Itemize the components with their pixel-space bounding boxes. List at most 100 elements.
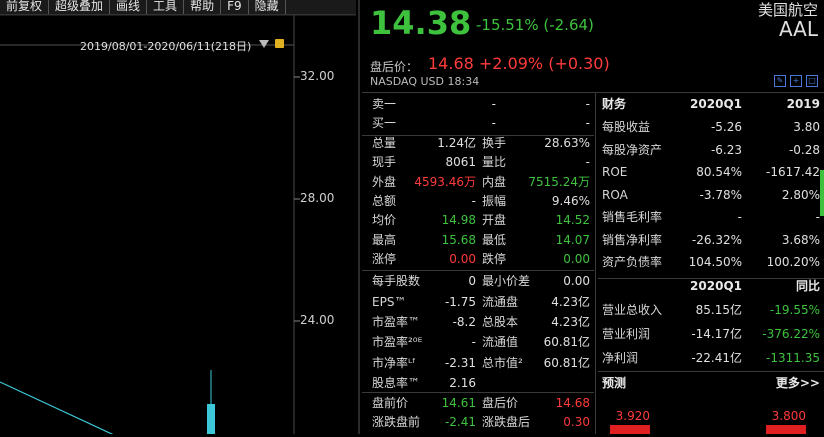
stat-label: 涨停 <box>372 251 397 266</box>
after-hours-label: 盘后价： <box>370 60 419 74</box>
finance-value: - <box>737 210 742 224</box>
finance-col: 同比 <box>795 279 820 293</box>
finance-label: 销售净利率 <box>602 232 663 247</box>
stat-value: 28.63% <box>544 136 590 150</box>
toolbar-item[interactable]: 帮助 <box>184 0 222 14</box>
finance-title: 财务 <box>602 97 627 111</box>
finance-col: 2020Q1 <box>690 97 742 111</box>
finance-label: ROE <box>602 165 628 179</box>
stat-value: 4.23亿 <box>551 314 590 329</box>
finance-value: 104.50% <box>688 255 742 269</box>
exchange-info: NASDAQ USD 18:34 <box>370 75 480 88</box>
stat-value: 9.46% <box>551 193 590 208</box>
stat-row: 外盘 4593.46万 内盘 7515.24万 <box>362 172 594 192</box>
divider <box>598 371 824 372</box>
stat-value: 4593.46万 <box>414 174 476 189</box>
finance-value: 3.68% <box>781 232 820 247</box>
toolbar-item[interactable]: F9 <box>221 0 249 14</box>
finance-row: 营业总收入 85.15亿 -19.55% <box>598 300 824 320</box>
forecast-bar <box>610 425 650 434</box>
finance-value: 2.80% <box>781 187 820 202</box>
edit-icon[interactable]: ✎ <box>774 75 786 87</box>
orderbook-volume: - <box>585 116 590 130</box>
stat-value: 8061 <box>445 155 476 170</box>
axis-tick-32: 32.00 <box>300 69 335 83</box>
scrollbar[interactable] <box>820 170 824 216</box>
orderbook-label: 买一 <box>372 116 397 130</box>
stat-value: -8.2 <box>452 314 476 329</box>
stat-row: EPS™ -1.75 流通盘 4.23亿 <box>362 292 594 312</box>
stat-label: 振幅 <box>482 193 507 208</box>
toolbar-item[interactable]: 画线 <box>110 0 148 14</box>
finance-label: 每股收益 <box>602 120 651 134</box>
toolbar-item[interactable]: 前复权 <box>0 0 50 14</box>
stat-value: 14.68 <box>555 395 590 410</box>
more-link[interactable]: 更多>> <box>748 373 820 393</box>
finance-value: -14.17亿 <box>691 327 742 341</box>
stat-label: 盘后价 <box>482 395 519 410</box>
stat-row: 股息率™ 2.16 <box>362 373 594 393</box>
finance-label: 营业总收入 <box>602 303 663 317</box>
after-hours-value: 14.68 +2.09% (+0.30) <box>428 54 610 73</box>
finance-value: 100.20% <box>766 255 820 269</box>
toolbar-item[interactable]: 隐藏 <box>249 0 286 14</box>
stat-value: 0.00 <box>563 251 590 266</box>
stat-label: 最高 <box>372 232 397 247</box>
stat-value: -2.41 <box>444 414 476 429</box>
stat-label: 最低 <box>482 232 507 247</box>
stat-value: 14.07 <box>555 232 590 247</box>
finance-row: ROA -3.78% 2.80% <box>598 185 824 205</box>
date-range: 2019/08/01-2020/06/11(218日) <box>80 40 252 53</box>
add-icon[interactable]: + <box>790 75 802 87</box>
stat-row: 每手股数 0 最小价差 0.00 <box>362 271 594 291</box>
lock-icon[interactable] <box>275 39 284 48</box>
stat-row: 涨停 0.00 跌停 0.00 <box>362 249 594 269</box>
finance-row: 每股净资产 -6.23 -0.28 <box>598 140 824 160</box>
finance-value: -19.55% <box>769 303 820 317</box>
stat-label: 现手 <box>372 155 397 170</box>
stat-row: 市盈率™ -8.2 总股本 4.23亿 <box>362 312 594 332</box>
orderbook-label: 卖一 <box>372 97 397 111</box>
stat-label: 流通值 <box>482 335 519 350</box>
candle <box>207 404 215 434</box>
finance-value: -0.28 <box>788 142 820 157</box>
toolbar-item[interactable]: 超级叠加 <box>49 0 111 14</box>
stat-label: 开盘 <box>482 213 507 228</box>
finance-col: 2020Q1 <box>690 279 742 293</box>
dropdown-icon[interactable] <box>259 40 269 48</box>
finance-value: -1617.42 <box>766 165 820 179</box>
expand-icon[interactable]: □ <box>806 75 818 87</box>
kline-chart[interactable]: 2019/08/01-2020/06/11(218日) 32.00 28.00 … <box>0 14 356 436</box>
stat-label: 换手 <box>482 136 507 150</box>
stock-code: AAL <box>778 17 818 41</box>
axis-tick-28: 28.00 <box>300 191 335 205</box>
divider <box>358 0 360 434</box>
stat-value: - <box>471 335 476 350</box>
stat-label: 量比 <box>482 155 507 170</box>
orderbook-price: - <box>491 116 496 130</box>
forecast-bar <box>766 425 806 434</box>
stat-label: 总额 <box>372 193 397 208</box>
forecast-row: 预测 更多>> <box>598 373 824 393</box>
stat-value: -2.31 <box>444 355 476 370</box>
stat-value: 7515.24万 <box>528 174 590 189</box>
forecast-value: 3.920 <box>615 409 650 423</box>
finance-label: 净利润 <box>602 351 639 365</box>
stat-label: 流通盘 <box>482 294 519 309</box>
finance-value: -26.32% <box>691 232 742 247</box>
stat-row: 总量 1.24亿 换手 28.63% <box>362 133 594 153</box>
finance-value: -6.23 <box>710 142 742 157</box>
stat-value: - <box>585 155 590 170</box>
finance-header: 2020Q1 同比 <box>598 276 824 296</box>
stat-value: - <box>471 193 476 208</box>
finance-row: 销售净利率 -26.32% 3.68% <box>598 230 824 250</box>
finance-label: 营业利润 <box>602 327 651 341</box>
chart-toolbar: 前复权 超级叠加 画线 工具 帮助 F9 隐藏 <box>0 0 356 15</box>
stat-row: 最高 15.68 最低 14.07 <box>362 230 594 250</box>
finance-value: 85.15亿 <box>695 303 742 317</box>
stat-row: 现手 8061 量比 - <box>362 152 594 172</box>
toolbar-item[interactable]: 工具 <box>147 0 185 14</box>
stat-label: 总市值² <box>482 355 523 370</box>
stat-label: 总量 <box>372 136 397 150</box>
stat-value: 0.30 <box>563 414 590 429</box>
